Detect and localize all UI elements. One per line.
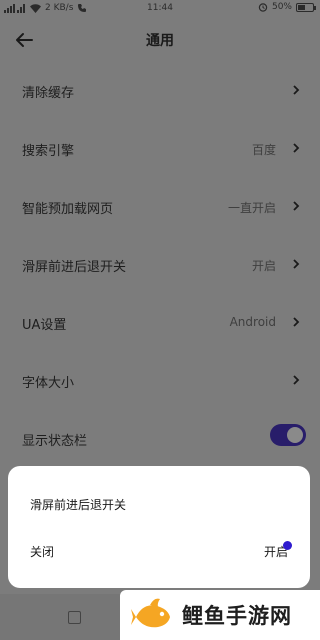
chevron-right-icon [293,85,300,95]
header: 通用 [0,18,320,62]
battery-level [298,4,305,10]
selected-radio-icon [283,541,292,550]
sheet-title: 滑屏前进后退开关 [30,498,127,512]
battery-icon [296,2,316,12]
setting-swipe-navigation[interactable]: 滑屏前进后退开关 开启 [0,236,320,294]
setting-search-engine[interactable]: 搜索引擎 百度 [0,120,320,178]
setting-label: 智能预加载网页 [22,202,114,217]
recent-apps-icon[interactable] [68,611,81,624]
setting-label: 滑屏前进后退开关 [22,260,127,275]
setting-font-size[interactable]: 字体大小 [0,352,320,410]
chevron-right-icon [293,143,300,153]
status-right: 50% [258,2,316,12]
setting-value: Android [229,315,276,329]
chevron-right-icon [293,375,300,385]
setting-label: 字体大小 [22,376,75,391]
setting-label: 显示状态栏 [22,434,88,449]
chevron-right-icon [293,259,300,269]
setting-label: 清除缓存 [22,86,75,101]
page-title: 通用 [146,33,174,49]
alarm-icon [258,3,268,12]
option-off[interactable]: 关闭 [30,543,54,560]
setting-show-status-bar: 显示状态栏 [0,410,320,468]
battery-percent: 50% [271,2,292,12]
toggle-knob [287,427,303,443]
setting-value: 百度 [251,143,276,157]
watermark-text: 鲤鱼手游网 [182,604,292,628]
chevron-right-icon [293,317,300,327]
setting-label: 搜索引擎 [22,144,75,159]
setting-smart-preload[interactable]: 智能预加载网页 一直开启 [0,178,320,236]
setting-value: 开启 [251,259,276,273]
option-sheet: 滑屏前进后退开关 关闭 开启 [8,466,310,588]
setting-ua[interactable]: UA设置 Android [0,294,320,352]
setting-value: 一直开启 [227,201,276,215]
setting-clear-cache[interactable]: 清除缓存 [0,62,320,120]
watermark: 鲤鱼手游网 [120,590,320,640]
status-bar-toggle[interactable] [270,424,306,446]
setting-label: UA设置 [22,318,67,333]
fish-logo-icon [131,598,170,628]
chevron-right-icon [293,201,300,211]
status-bar: 2 KB/s 11:44 50% [0,0,320,18]
settings-list: 清除缓存 搜索引擎 百度 智能预加载网页 一直开启 滑屏前进后退开关 开启 UA… [0,62,320,468]
